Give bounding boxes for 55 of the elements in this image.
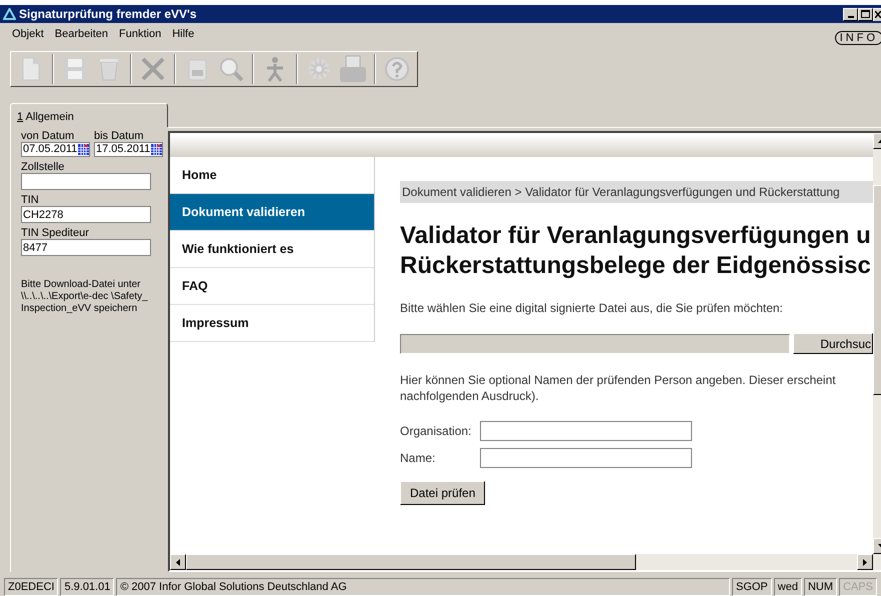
browse-button[interactable]: Durchsuc bbox=[793, 333, 873, 354]
status-field: wed bbox=[774, 578, 802, 596]
status-field: 5.9.01.01 bbox=[60, 578, 114, 596]
input-field[interactable] bbox=[480, 448, 692, 468]
calendar-icon bbox=[78, 144, 89, 155]
triangle-icon bbox=[3, 8, 16, 20]
instruction-text: Bitte wählen Sie eine digital signierte Datei aus, die Sie prüfen möchten: bbox=[400, 300, 784, 317]
file-field[interactable] bbox=[400, 334, 790, 354]
menu-item[interactable]: Hilfe bbox=[172, 26, 194, 42]
input-field[interactable]: CH2278 bbox=[21, 206, 151, 223]
date-field[interactable]: 17.05.2011 bbox=[94, 142, 163, 157]
scroll-right-button[interactable] bbox=[857, 554, 873, 570]
status-field: SGOP bbox=[732, 578, 772, 596]
field-label: Name: bbox=[400, 450, 436, 467]
status-field: NUM bbox=[804, 578, 838, 596]
help-icon bbox=[383, 55, 411, 83]
input-field[interactable] bbox=[480, 421, 692, 441]
crossed-tools-icon bbox=[139, 55, 167, 83]
status-field: © 2007 Infor Global Solutions Deutschland AG bbox=[116, 578, 730, 596]
field-label: von Datum bbox=[21, 130, 76, 142]
field-label: Zollstelle bbox=[21, 161, 66, 173]
calendar-icon bbox=[151, 144, 162, 155]
menu-item[interactable]: Objekt bbox=[12, 26, 44, 42]
printer-icon bbox=[339, 55, 367, 83]
menu-item[interactable]: Bearbeiten bbox=[54, 26, 108, 42]
input-field[interactable] bbox=[21, 173, 151, 190]
scroll-thumb[interactable] bbox=[186, 554, 636, 570]
field-label: TIN bbox=[21, 194, 40, 206]
right-arrow-icon bbox=[863, 558, 867, 566]
minimize-icon bbox=[848, 16, 854, 18]
note-text: Bitte Download-Datei unter \\..\..\..\Export\e-dec \Safety_Inspection_eVV speichern bbox=[21, 279, 149, 315]
logo: INFO bbox=[834, 31, 881, 45]
date-field[interactable]: 07.05.2011 bbox=[21, 142, 90, 157]
close-icon bbox=[875, 11, 881, 18]
close-button[interactable] bbox=[873, 8, 881, 20]
scroll-left-button[interactable] bbox=[170, 554, 186, 570]
field-label: TIN Spediteur bbox=[21, 227, 90, 239]
field-label: bis Datum bbox=[94, 130, 145, 142]
tab[interactable]: 1 Allgemein bbox=[10, 103, 168, 127]
maximize-icon bbox=[861, 10, 870, 18]
input-field[interactable]: 8477 bbox=[21, 239, 151, 256]
field-label: Organisation: bbox=[400, 423, 472, 440]
submit-button[interactable]: Datei prüfen bbox=[400, 481, 486, 505]
minimize-button[interactable] bbox=[843, 8, 858, 20]
optional-text: Hier können Sie optional Namen der prüfenden Person angeben. Dieser erscheint nachfolgenden Ausdruck). bbox=[400, 372, 837, 404]
maximize-button[interactable] bbox=[858, 8, 873, 20]
window-title: Signaturprüfung fremder eVV's bbox=[19, 6, 197, 23]
status-field: Z0EDECI bbox=[4, 578, 58, 596]
left-arrow-icon bbox=[176, 558, 180, 566]
page-heading: Validator für Veranlagungsverfügungen u Rückerstattungsbelege der Eidgenössisc bbox=[400, 221, 872, 281]
menu-item[interactable]: Funktion bbox=[119, 26, 162, 42]
nav-item[interactable]: Dokument validieren bbox=[170, 194, 374, 231]
search-icon bbox=[217, 55, 245, 83]
breadcrumb: Dokument validieren > Validator für Veranlagungsverfügungen und Rückerstattung bbox=[400, 181, 873, 203]
horizontal-scrollbar[interactable] bbox=[170, 554, 881, 570]
